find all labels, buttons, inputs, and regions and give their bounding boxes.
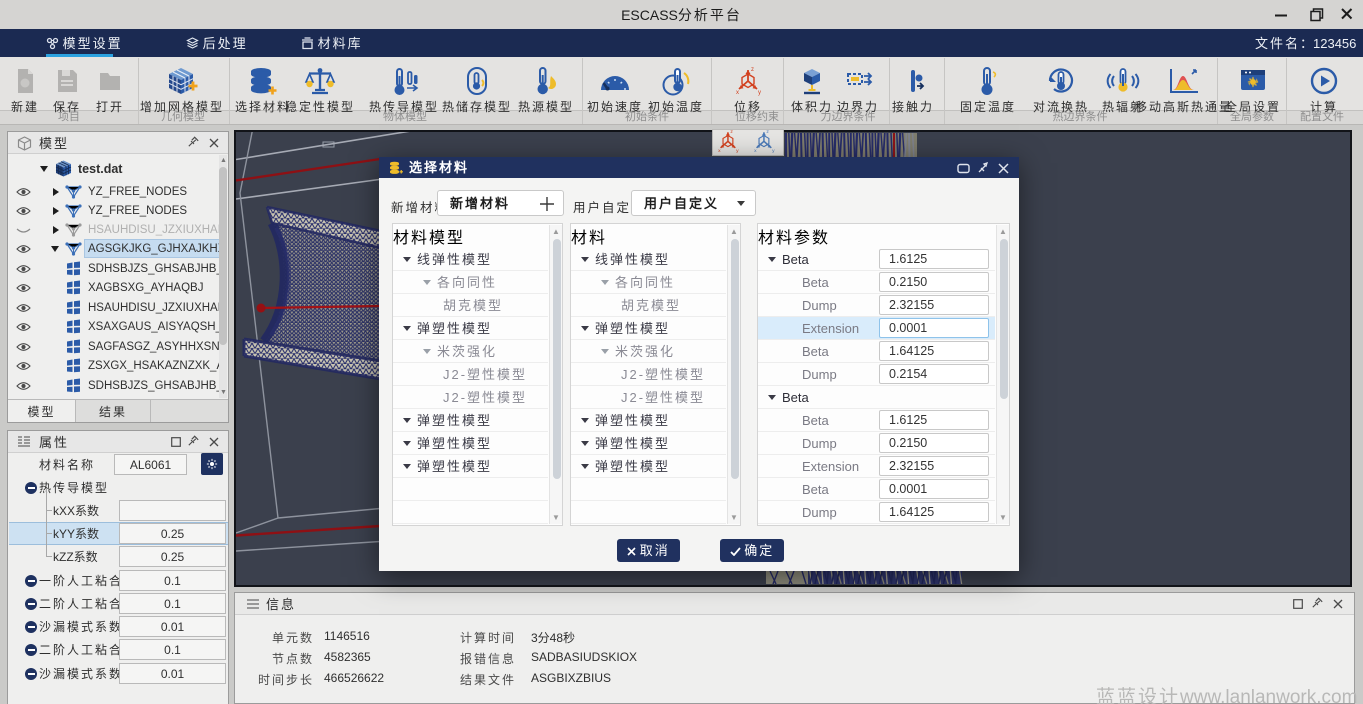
- svg-text:x: x: [718, 149, 721, 154]
- svg-text:x: x: [754, 149, 757, 154]
- svg-text:y: y: [772, 149, 775, 154]
- svg-text:x: x: [736, 90, 739, 96]
- svg-text:z: z: [730, 130, 733, 135]
- svg-text:z: z: [766, 130, 769, 135]
- svg-text:y: y: [736, 149, 739, 154]
